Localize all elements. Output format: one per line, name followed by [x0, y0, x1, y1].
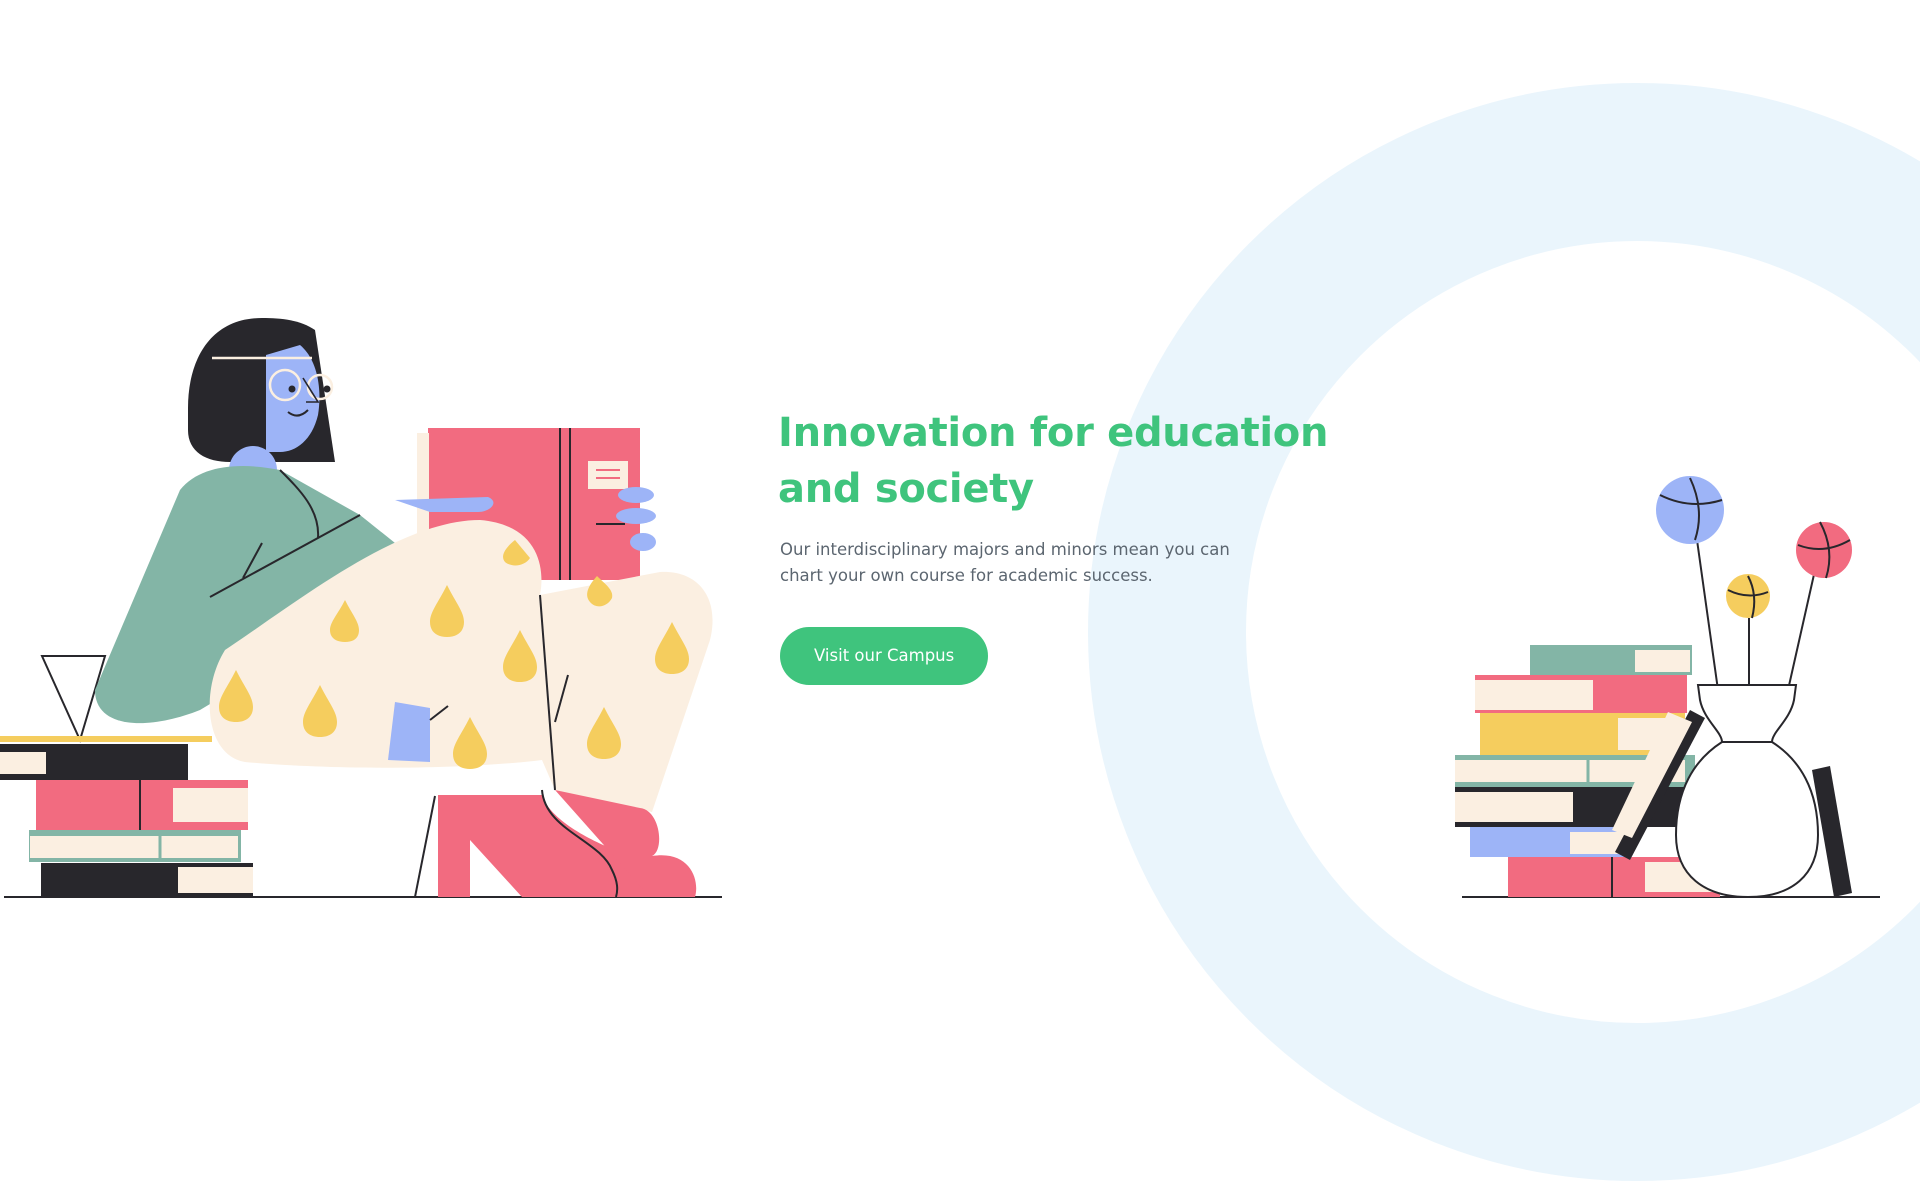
hero-title: Innovation for education and society — [778, 405, 1338, 517]
hero-title-line-1: Innovation for education — [778, 410, 1329, 456]
hero-subtitle-line-2: chart your own course for academic succe… — [780, 566, 1153, 585]
hero-copy: Innovation for education and society Our… — [778, 405, 1338, 685]
visit-campus-button[interactable]: Visit our Campus — [780, 627, 989, 685]
hero-subtitle: Our interdisciplinary majors and minors … — [780, 537, 1300, 589]
hero-subtitle-line-1: Our interdisciplinary majors and minors … — [780, 540, 1230, 559]
books-and-vase-illustration — [1455, 476, 1880, 899]
woman-reading-illustration — [0, 318, 722, 898]
hero-title-line-2: and society — [778, 466, 1034, 512]
